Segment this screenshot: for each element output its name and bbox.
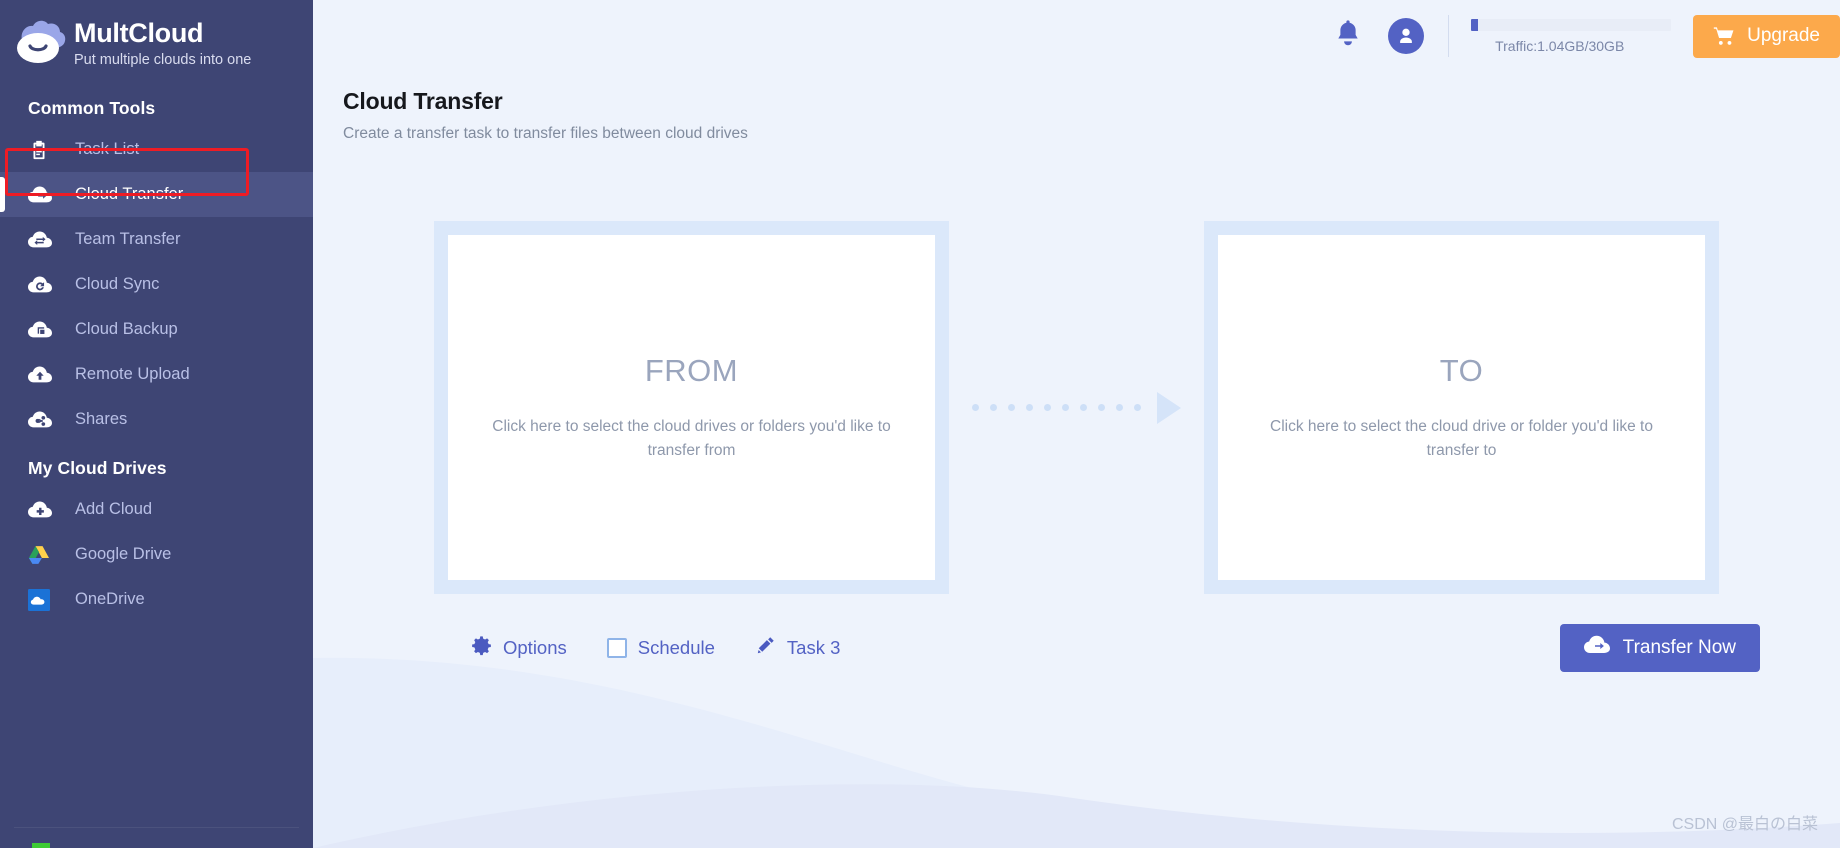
- arrow-dot: [1044, 404, 1051, 411]
- to-panel-dropzone[interactable]: TO Click here to select the cloud drive …: [1218, 235, 1705, 580]
- task-name-edit[interactable]: Task 3: [755, 635, 840, 661]
- sidebar-section-my-cloud-drives-title: My Cloud Drives: [28, 458, 167, 478]
- from-panel-title: FROM: [644, 352, 739, 388]
- transfer-toolbar: Options Schedule Task 3 Transfer Now: [313, 624, 1840, 672]
- upgrade-button[interactable]: Upgrade: [1693, 14, 1840, 58]
- cloud-sync-icon: [28, 274, 58, 296]
- sidebar-item-label: OneDrive: [75, 590, 145, 608]
- dotted-arrow-right-icon: [949, 391, 1204, 424]
- sidebar-status-indicator: [32, 843, 50, 848]
- transfer-area: FROM Click here to select the cloud driv…: [313, 221, 1840, 594]
- sidebar-item-cloud-transfer[interactable]: Cloud Transfer: [0, 172, 313, 217]
- transfer-now-label: Transfer Now: [1622, 637, 1736, 658]
- sidebar-item-shares[interactable]: Shares: [0, 397, 313, 442]
- cloud-arrow-right-icon: [1583, 635, 1610, 661]
- pencil-icon: [755, 635, 776, 661]
- brand-text: MultCloud Put multiple clouds into one: [70, 14, 251, 70]
- arrow-dot: [1080, 404, 1087, 411]
- page-title: Cloud Transfer: [343, 88, 503, 114]
- cloud-team-transfer-icon: [28, 229, 58, 251]
- sidebar-item-label: Add Cloud: [75, 500, 153, 518]
- traffic-label: Traffic:1.04GB/30GB: [1495, 37, 1625, 54]
- arrow-dot: [1026, 404, 1033, 411]
- sidebar-item-onedrive[interactable]: OneDrive: [0, 577, 313, 622]
- arrow-dot: [990, 404, 997, 411]
- sidebar-item-team-transfer[interactable]: Team Transfer: [0, 217, 313, 262]
- page-header: Cloud Transfer Create a transfer task to…: [313, 72, 1840, 143]
- arrow-dot: [1008, 404, 1015, 411]
- from-panel-hint: Click here to select the cloud drives or…: [492, 417, 891, 459]
- cloud-upload-icon: [28, 364, 58, 386]
- top-bar: Traffic:1.04GB/30GB Upgrade: [313, 0, 1840, 72]
- sidebar-item-label: Shares: [75, 410, 128, 428]
- sidebar-item-label: Cloud Sync: [75, 275, 160, 293]
- toolbar-left-group: Options Schedule Task 3: [341, 635, 840, 661]
- brand: MultCloud Put multiple clouds into one: [0, 0, 313, 88]
- sidebar-item-add-cloud[interactable]: Add Cloud: [0, 487, 313, 532]
- sidebar-item-label: Team Transfer: [75, 230, 181, 248]
- cloud-backup-icon: [28, 319, 58, 341]
- checkbox-icon[interactable]: [606, 638, 627, 658]
- toolbar-right-group: Transfer Now: [1559, 624, 1812, 672]
- google-drive-icon: [28, 545, 58, 565]
- options-label: Options: [503, 637, 567, 658]
- sidebar-item-cloud-backup[interactable]: Cloud Backup: [0, 307, 313, 352]
- arrow-dot: [1098, 404, 1105, 411]
- sidebar-item-label: Cloud Backup: [75, 320, 178, 338]
- arrow-dot: [972, 404, 979, 411]
- clipboard-icon: [28, 139, 58, 161]
- sidebar-item-cloud-sync[interactable]: Cloud Sync: [0, 262, 313, 307]
- cloud-logo-icon: [8, 14, 70, 72]
- header-divider: [1448, 15, 1450, 57]
- upgrade-label: Upgrade: [1747, 25, 1820, 46]
- sidebar-item-task-list[interactable]: Task List: [0, 127, 313, 172]
- brand-tagline: Put multiple clouds into one: [74, 52, 252, 68]
- sidebar-item-label: Cloud Transfer: [75, 185, 184, 203]
- sidebar-item-remote-upload[interactable]: Remote Upload: [0, 352, 313, 397]
- traffic-meter: Traffic:1.04GB/30GB: [1471, 18, 1672, 54]
- page-subtitle: Create a transfer task to transfer files…: [343, 125, 748, 142]
- from-panel-dropzone[interactable]: FROM Click here to select the cloud driv…: [448, 235, 935, 580]
- to-panel-title: TO: [1439, 352, 1484, 388]
- arrow-dot: [1116, 404, 1123, 411]
- shopping-cart-icon: [1713, 26, 1735, 46]
- brand-name: MultCloud: [74, 18, 204, 48]
- cloud-plus-icon: [28, 499, 58, 521]
- onedrive-icon: [28, 588, 58, 611]
- task-label: Task 3: [786, 637, 841, 658]
- user-avatar-icon[interactable]: [1388, 18, 1425, 54]
- sidebar-item-label: Task List: [75, 140, 140, 158]
- sidebar: MultCloud Put multiple clouds into one C…: [0, 0, 313, 848]
- watermark: CSDN @最白の白菜: [1671, 816, 1818, 833]
- main-content: Traffic:1.04GB/30GB Upgrade Cloud Transf…: [313, 0, 1840, 848]
- sidebar-item-google-drive[interactable]: Google Drive: [0, 532, 313, 577]
- traffic-progress-fill: [1471, 18, 1479, 31]
- options-button[interactable]: Options: [471, 635, 567, 661]
- from-panel[interactable]: FROM Click here to select the cloud driv…: [434, 221, 949, 594]
- arrow-dot: [1134, 404, 1141, 411]
- cloud-arrow-right-icon: [28, 184, 58, 206]
- sidebar-section-common-tools-title: Common Tools: [28, 98, 156, 118]
- to-panel-hint: Click here to select the cloud drive or …: [1270, 417, 1653, 459]
- sidebar-item-label: Google Drive: [75, 545, 172, 563]
- background-waves: [313, 657, 1840, 848]
- transfer-now-button[interactable]: Transfer Now: [1559, 624, 1760, 672]
- sidebar-divider: [14, 827, 299, 828]
- to-panel[interactable]: TO Click here to select the cloud drive …: [1204, 221, 1719, 594]
- bell-icon[interactable]: [1334, 19, 1362, 54]
- schedule-label: Schedule: [637, 637, 715, 658]
- gear-icon: [471, 635, 492, 661]
- arrow-dot: [1062, 404, 1069, 411]
- sidebar-item-label: Remote Upload: [75, 365, 190, 383]
- multcloud-app: MultCloud Put multiple clouds into one C…: [0, 0, 1840, 848]
- cloud-share-icon: [28, 409, 58, 431]
- traffic-progress-bar: [1471, 18, 1672, 31]
- arrow-head: [1157, 391, 1181, 424]
- schedule-toggle[interactable]: Schedule: [606, 637, 715, 659]
